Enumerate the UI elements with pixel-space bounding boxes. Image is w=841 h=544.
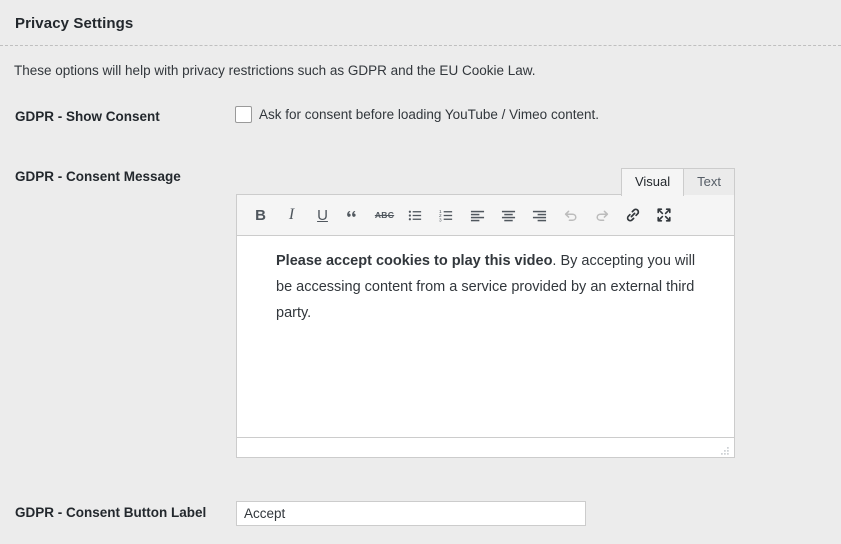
- underline-icon[interactable]: U: [307, 200, 338, 230]
- editor-toolbar: B I U ABC 1 2 3: [236, 194, 735, 236]
- label-gdpr-show-consent: GDPR - Show Consent: [15, 109, 160, 124]
- undo-icon[interactable]: [555, 200, 586, 230]
- italic-glyph: I: [288, 206, 295, 223]
- show-consent-checkbox[interactable]: [235, 106, 252, 123]
- align-left-icon[interactable]: [462, 200, 493, 230]
- show-consent-checkbox-label[interactable]: Ask for consent before loading YouTube /…: [259, 107, 599, 122]
- page-title: Privacy Settings: [15, 15, 134, 32]
- blockquote-icon[interactable]: [338, 200, 369, 230]
- strikethrough-icon[interactable]: ABC: [369, 200, 400, 230]
- header-divider: [0, 45, 841, 46]
- bold-glyph: B: [255, 206, 266, 224]
- label-gdpr-consent-message: GDPR - Consent Message: [15, 169, 181, 184]
- editor-paragraph: Please accept cookies to play this video…: [276, 248, 696, 326]
- bold-icon[interactable]: B: [245, 200, 276, 230]
- underline-glyph: U: [317, 206, 328, 224]
- numbered-list-icon[interactable]: 1 2 3: [431, 200, 462, 230]
- editor-mode-tabs: Visual Text: [236, 168, 735, 196]
- redo-icon[interactable]: [586, 200, 617, 230]
- consent-message-editor: Visual Text B I U ABC 1 2 3 Please accep…: [236, 168, 735, 458]
- tab-text[interactable]: Text: [683, 168, 735, 195]
- bulleted-list-icon[interactable]: [400, 200, 431, 230]
- tab-visual[interactable]: Visual: [620, 168, 685, 196]
- editor-bold-lead: Please accept cookies to play this video: [276, 253, 553, 269]
- editor-resize-handle[interactable]: [719, 444, 730, 455]
- italic-icon[interactable]: I: [276, 200, 307, 230]
- fullscreen-icon[interactable]: [648, 200, 679, 230]
- consent-button-label-input[interactable]: [236, 501, 586, 526]
- section-description: These options will help with privacy res…: [14, 63, 536, 78]
- strikethrough-glyph: ABC: [374, 210, 395, 220]
- align-center-icon[interactable]: [493, 200, 524, 230]
- align-right-icon[interactable]: [524, 200, 555, 230]
- show-consent-field: Ask for consent before loading YouTube /…: [235, 106, 599, 123]
- svg-text:3: 3: [439, 217, 442, 222]
- editor-statusbar: [236, 438, 735, 458]
- editor-content-area[interactable]: Please accept cookies to play this video…: [236, 236, 735, 438]
- label-gdpr-consent-button: GDPR - Consent Button Label: [15, 505, 207, 520]
- insert-link-icon[interactable]: [617, 200, 648, 230]
